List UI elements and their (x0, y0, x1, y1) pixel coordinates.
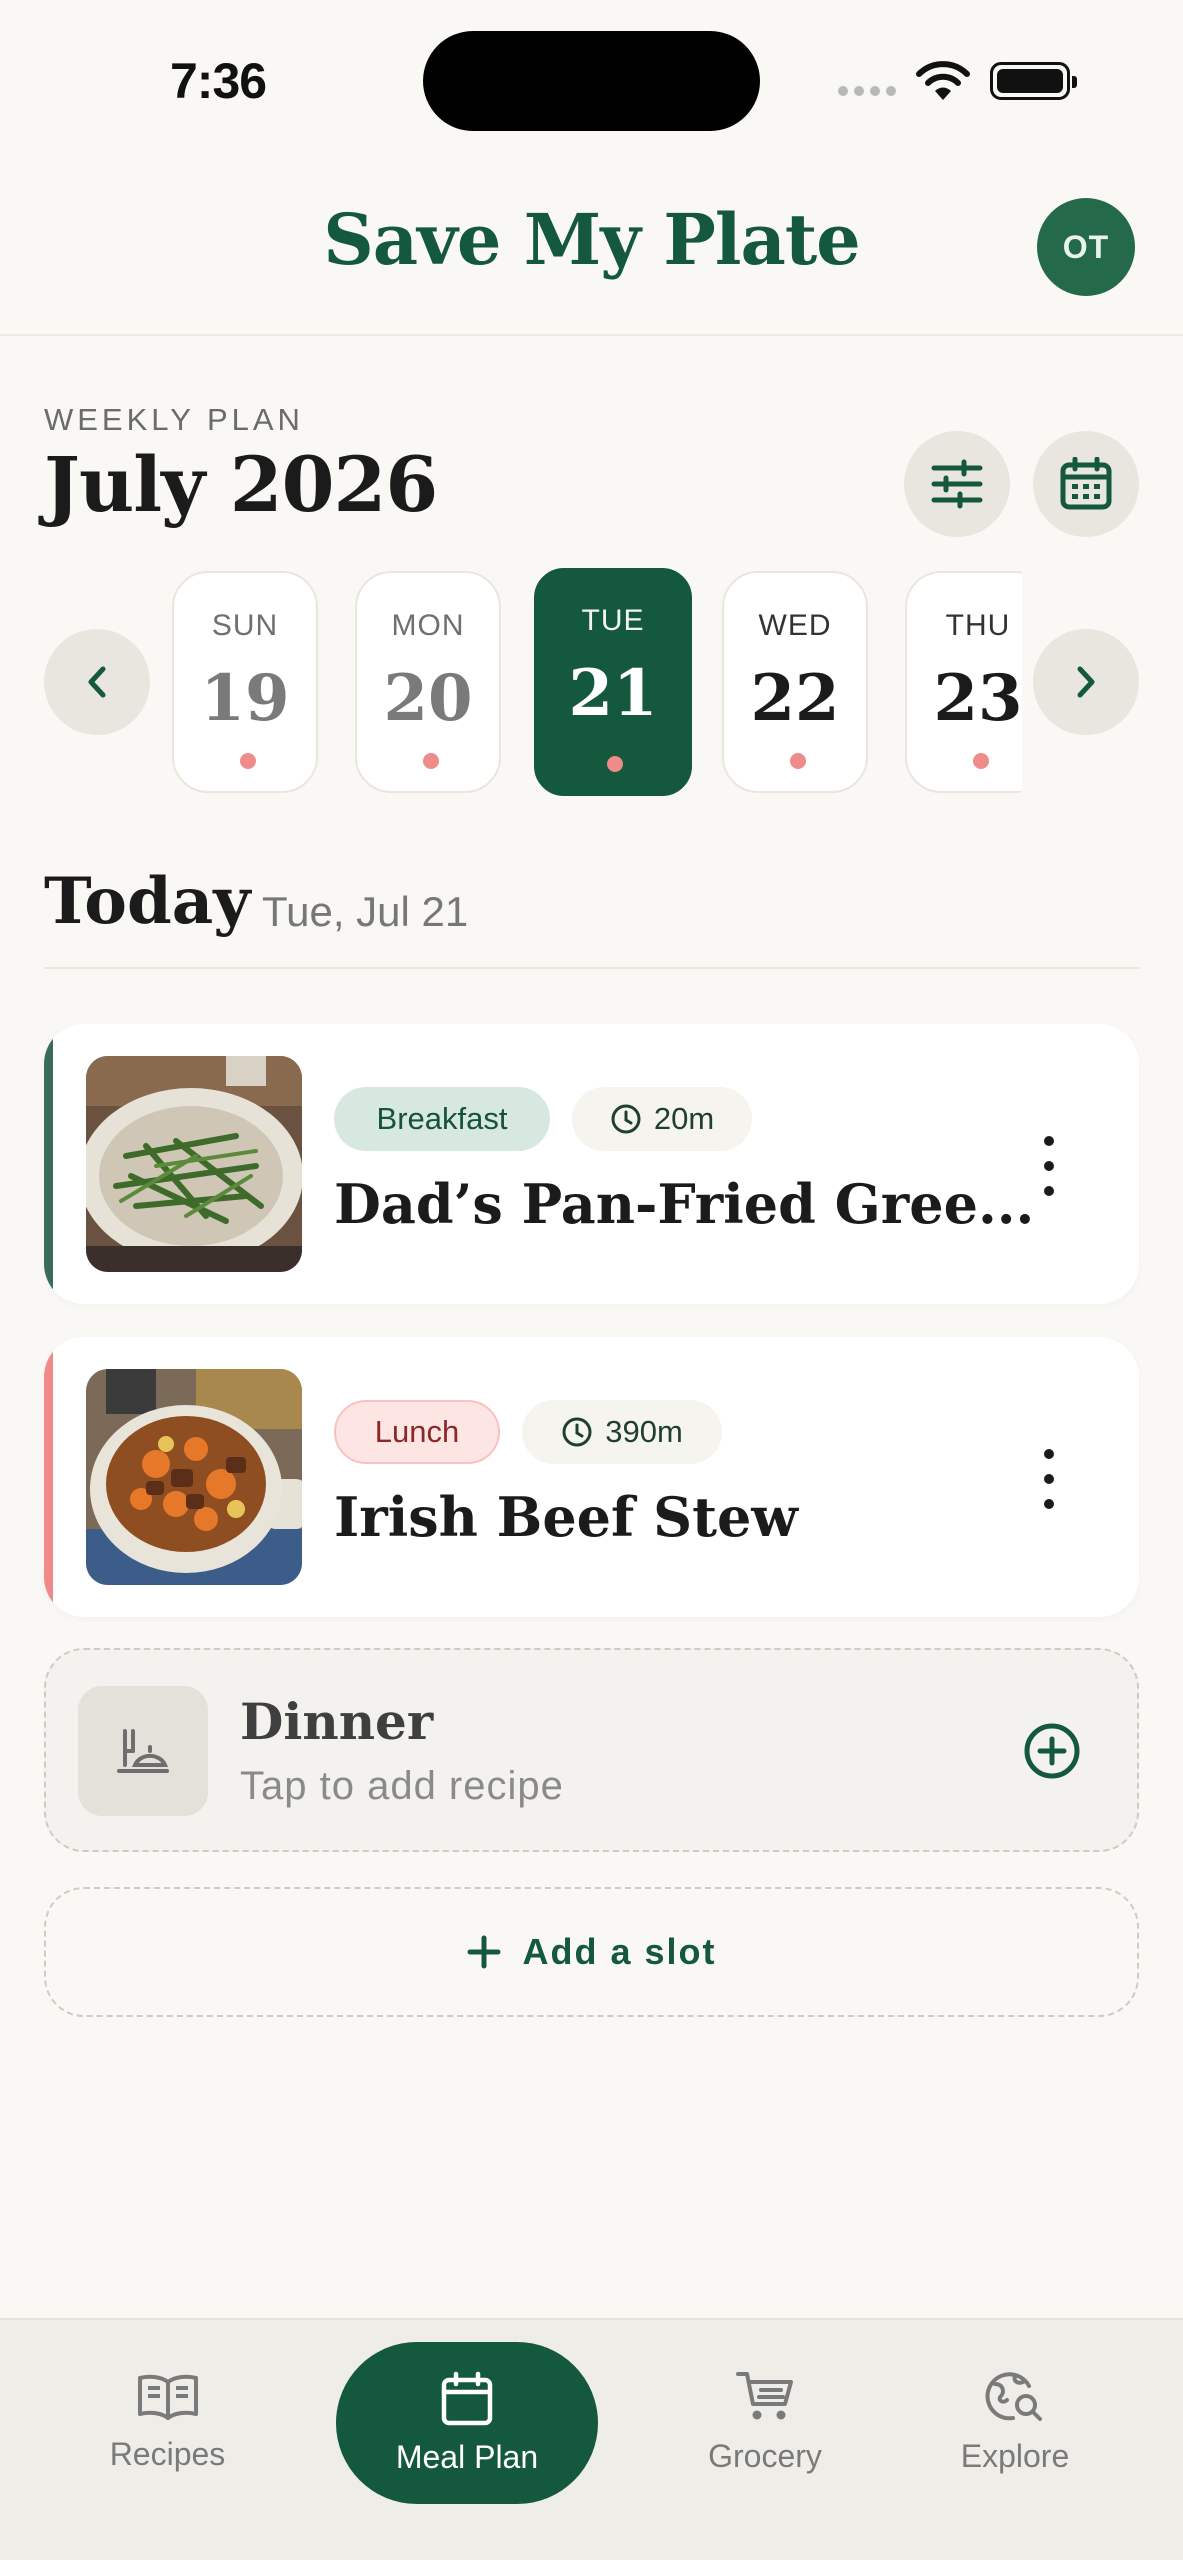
day-mon-20[interactable]: MON 20 (355, 571, 501, 793)
recipe-thumbnail-green-beans (86, 1056, 302, 1272)
cook-time-badge: 20m (572, 1087, 752, 1151)
weekly-plan-label: WEEKLY PLAN (44, 402, 304, 437)
nav-label: Meal Plan (395, 2438, 539, 2475)
recipe-title: Dad’s Pan-Fried Gree... (334, 1172, 1035, 1236)
sliders-icon (931, 459, 983, 509)
dinner-placeholder (78, 1686, 208, 1816)
nav-label: Recipes (109, 2436, 226, 2472)
nav-grocery[interactable]: Grocery (690, 2368, 840, 2475)
shopping-cart-icon (736, 2372, 793, 2420)
day-tue-21[interactable]: TUE 21 (534, 568, 692, 796)
add-circle-icon[interactable] (1021, 1720, 1083, 1782)
planned-dot (240, 753, 256, 769)
calendar-button[interactable] (1033, 431, 1139, 537)
cook-time-value: 20m (653, 1101, 715, 1136)
app-header: Save My Plate OT (0, 160, 1183, 336)
day-of-week: THU (945, 609, 1011, 642)
next-week-button[interactable] (1033, 629, 1139, 735)
previous-week-button[interactable] (44, 629, 150, 735)
nav-meal-plan[interactable]: Meal Plan (336, 2342, 598, 2504)
avatar[interactable]: OT (1037, 198, 1135, 296)
more-options-icon[interactable] (1034, 1449, 1064, 1509)
nav-label: Explore (960, 2438, 1070, 2474)
today-date: Tue, Jul 21 (262, 888, 469, 935)
status-bar: 7:36 (0, 0, 1183, 160)
book-open-icon (137, 2374, 198, 2420)
planned-dot (607, 756, 623, 772)
calendar-grid-icon (1060, 457, 1112, 510)
day-of-week: TUE (581, 604, 645, 637)
day-number: 22 (750, 661, 840, 736)
nav-explore[interactable]: Explore (940, 2368, 1090, 2475)
clock-icon (611, 1104, 641, 1134)
chevron-left-icon (88, 666, 106, 698)
filter-button[interactable] (904, 431, 1010, 537)
day-number: 21 (568, 656, 658, 731)
nav-label: Grocery (708, 2438, 822, 2474)
cloche-icon (117, 1729, 169, 1773)
chevron-right-icon (1077, 666, 1095, 698)
day-number: 19 (200, 661, 290, 736)
battery-icon (990, 62, 1077, 100)
slot-tag-breakfast: Breakfast (334, 1087, 550, 1151)
cook-time-value: 390m (605, 1414, 683, 1449)
day-wed-22[interactable]: WED 22 (722, 571, 868, 793)
dinner-hint: Tap to add recipe (240, 1764, 564, 1808)
cellular-signal-icon (838, 86, 896, 96)
app-title: Save My Plate (323, 198, 860, 281)
nav-recipes[interactable]: Recipes (90, 2370, 245, 2473)
day-of-week: SUN (211, 609, 279, 642)
dinner-title: Dinner (240, 1692, 434, 1751)
planned-dot (423, 753, 439, 769)
dynamic-island (423, 31, 760, 131)
planned-dot (790, 753, 806, 769)
wifi-icon (916, 61, 970, 100)
calendar-icon (441, 2371, 493, 2425)
add-slot-button[interactable]: Add a slot (44, 1887, 1139, 2017)
month-title: July 2026 (44, 440, 438, 529)
slot-accent-bar (44, 1024, 53, 1304)
today-title: Today (44, 864, 251, 939)
globe-search-icon (985, 2372, 1042, 2421)
recipe-title: Irish Beef Stew (334, 1485, 798, 1549)
divider (44, 967, 1139, 969)
dinner-empty-slot[interactable]: Dinner Tap to add recipe (44, 1648, 1139, 1852)
day-number: 23 (933, 661, 1022, 736)
slot-tag-lunch: Lunch (334, 1400, 500, 1464)
add-slot-label: Add a slot (522, 1931, 717, 1972)
more-options-icon[interactable] (1034, 1136, 1064, 1196)
day-of-week: WED (758, 609, 832, 642)
status-time: 7:36 (170, 53, 267, 109)
bottom-nav: Recipes Meal Plan Grocery Explore (0, 2318, 1183, 2560)
day-sun-19[interactable]: SUN 19 (172, 571, 318, 793)
meal-card-lunch[interactable]: Lunch 390m Irish Beef Stew (44, 1337, 1139, 1617)
cook-time-badge: 390m (522, 1400, 722, 1464)
plus-icon (467, 1935, 501, 1969)
day-strip: SUN 19 MON 20 TUE 21 WED 22 THU 23 (172, 568, 1022, 796)
planned-dot (973, 753, 989, 769)
clock-icon (562, 1417, 592, 1447)
meal-card-breakfast[interactable]: Breakfast 20m Dad’s Pan-Fried Gree... (44, 1024, 1139, 1304)
slot-accent-bar (44, 1337, 53, 1617)
day-of-week: MON (391, 609, 465, 642)
day-thu-23[interactable]: THU 23 (905, 571, 1022, 793)
day-number: 20 (383, 661, 473, 736)
recipe-thumbnail-beef-stew (86, 1369, 302, 1585)
